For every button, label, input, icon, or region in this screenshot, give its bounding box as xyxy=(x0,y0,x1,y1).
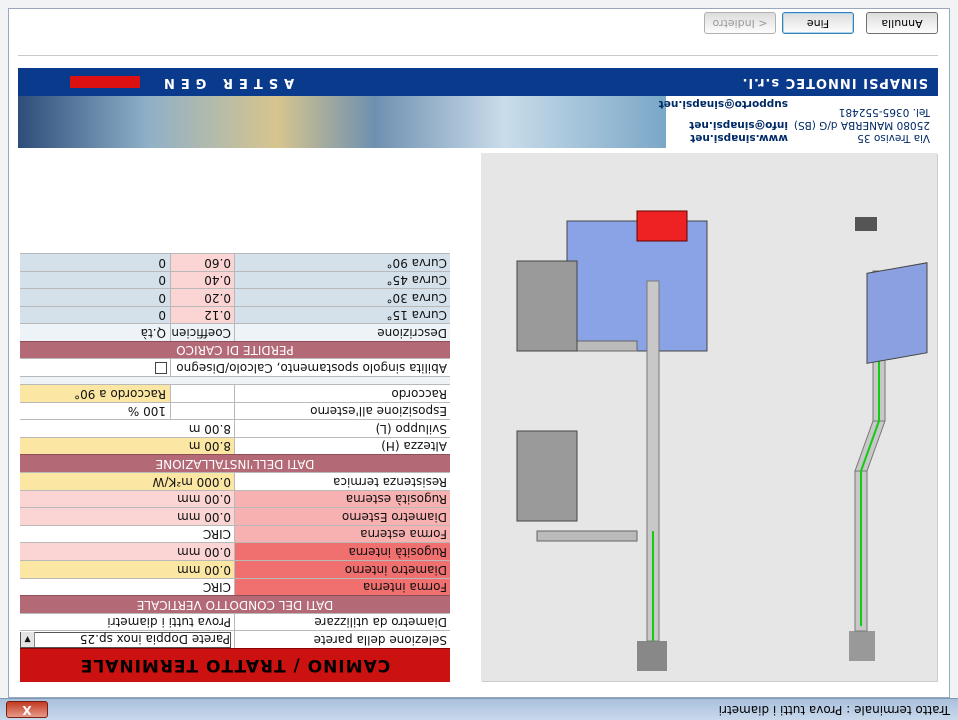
address-line2: 25080 MANERBA d/G (BS) xyxy=(793,119,930,131)
table-row: Sviluppo (L) 8.00 m xyxy=(20,419,450,437)
wizard-window: Tratto terminale : Prova tutti i diametr… xyxy=(0,0,958,720)
back-button[interactable]: < Indietro xyxy=(704,12,776,34)
curva-qta[interactable]: 0 xyxy=(20,307,170,324)
table-row: Selezione della parete Parete Doppia ino… xyxy=(20,630,450,648)
table-row: Curva 90° 0.60 0 xyxy=(20,252,450,271)
chimney-illustration xyxy=(481,153,937,681)
curva-coef: 0.60 xyxy=(170,253,234,271)
flue-base xyxy=(849,631,875,661)
curva-coef: 0.12 xyxy=(170,306,234,324)
rugosita-interna-label: Rugosità interna xyxy=(234,543,450,561)
curva-qta[interactable]: 0 xyxy=(20,272,170,289)
rugosita-interna-value[interactable]: 0.00 mm xyxy=(20,543,234,561)
sviluppo-label: Sviluppo (L) xyxy=(234,420,450,437)
table-row: Diametro da utilizzare Prova tutti i dia… xyxy=(20,612,450,631)
curva-desc: Curva 90° xyxy=(234,253,450,271)
table-row: Curva 15° 0.12 0 xyxy=(20,305,450,324)
curva-qta[interactable]: 0 xyxy=(20,289,170,306)
altezza-label: Altezza (H) xyxy=(234,437,450,455)
curva-coef: 0.20 xyxy=(170,289,234,306)
perdite-header-row: Descrizione Coefficien Q.tà xyxy=(20,323,450,341)
email-support-link[interactable]: supporto@sinapsi.net xyxy=(659,98,788,110)
resistenza-termica-label: Resistenza termica xyxy=(234,473,450,490)
curva-desc: Curva 30° xyxy=(234,289,450,306)
parete-select[interactable]: Parete Doppia inox sp.25 ▼ xyxy=(20,631,234,648)
raccordo-label: Raccordo xyxy=(234,385,450,402)
resistenza-termica-value[interactable]: 0.000 m²K/W xyxy=(20,473,234,490)
table-row: Rugosità interna 0.00 mm xyxy=(20,542,450,561)
diametro-label: Diametro da utilizzare xyxy=(234,613,450,631)
rugosita-esterna-value[interactable]: 0.00 mm xyxy=(20,490,234,508)
chevron-down-icon[interactable]: ▼ xyxy=(21,632,35,647)
forma-interna-value[interactable]: CIRC xyxy=(20,578,234,596)
installazione-header: DATI DELL'INSTALLAZIONE xyxy=(20,454,450,473)
esposizione-value[interactable]: 100 % xyxy=(20,403,170,420)
diametro-interno-value[interactable]: 0.00 mm xyxy=(20,561,234,578)
chimney-data-table: CAMINO / TRATTO TERMINALE Selezione dell… xyxy=(20,252,450,682)
table-row: Raccordo Raccordo a 90° xyxy=(20,384,450,402)
table-row: Forma interna CIRC xyxy=(20,577,450,596)
finish-button[interactable]: Fine xyxy=(782,12,854,34)
forma-esterna-label: Forma esterna xyxy=(234,525,450,543)
section-title: CAMINO / TRATTO TERMINALE xyxy=(20,648,450,682)
curva-qta[interactable]: 0 xyxy=(20,254,170,271)
curva-desc: Curva 15° xyxy=(234,306,450,324)
chimney-diagram xyxy=(481,153,938,682)
status-bar: Tratto terminale : Prova tutti i diametr… xyxy=(0,698,958,720)
table-row: Rugosità esterna 0.00 mm xyxy=(20,489,450,508)
brand-logo xyxy=(70,76,140,88)
abilita-checkbox[interactable] xyxy=(155,362,167,375)
table-row: Diametro interno 0.00 mm xyxy=(20,560,450,578)
cancel-button[interactable]: Annulla xyxy=(866,12,938,34)
banner-image xyxy=(18,96,666,148)
forma-esterna-value[interactable]: CIRC xyxy=(20,525,234,543)
parete-label: Selezione della parete xyxy=(234,631,450,648)
company-name: SINAPSI INNOTEC s.r.l. xyxy=(741,75,928,90)
boiler-shape xyxy=(866,262,928,364)
diametro-interno-label: Diametro interno xyxy=(234,561,450,578)
table-row: Resistenza termica 0.000 m²K/W xyxy=(20,472,450,490)
curva-coef: 0.40 xyxy=(170,271,234,289)
close-button[interactable]: X xyxy=(6,701,48,718)
abilita-label: Abilita singolo spostamento, Calcolo/Dis… xyxy=(170,359,450,377)
table-row: Esposizione all'esterno 100 % xyxy=(20,401,450,420)
diametro-value[interactable]: Prova tutti i diametri xyxy=(20,614,234,631)
table-row: Curva 45° 0.40 0 xyxy=(20,270,450,289)
raccordo-value[interactable]: Raccordo a 90° xyxy=(20,385,170,402)
table-row: Curva 30° 0.20 0 xyxy=(20,288,450,306)
rugosita-esterna-label: Rugosità esterna xyxy=(234,490,450,508)
col-coefficiente: Coefficien xyxy=(170,324,234,341)
company-banner: Via Treviso 35 25080 MANERBA d/G (BS) Te… xyxy=(18,66,938,148)
website-link[interactable]: www.sinapsi.net xyxy=(690,132,788,144)
altezza-value[interactable]: 8.00 m xyxy=(20,437,234,455)
spacer xyxy=(20,376,450,385)
address-line1: Via Treviso 35 xyxy=(857,132,930,144)
phone: Tel. 0365-552481 xyxy=(838,106,930,118)
perdite-header: PERDITE DI CARICO xyxy=(20,340,450,359)
banner-bar: SINAPSI INNOTEC s.r.l. ASTER GEN xyxy=(18,68,938,96)
status-text: Tratto terminale : Prova tutti i diametr… xyxy=(718,703,950,717)
condotto-header: DATI DEL CONDOTTO VERTICALE xyxy=(20,595,450,613)
curva-desc: Curva 45° xyxy=(234,271,450,289)
divider xyxy=(18,55,938,56)
esposizione-label: Esposizione all'esterno xyxy=(234,402,450,420)
forma-interna-label: Forma interna xyxy=(234,578,450,596)
brand-name: ASTER GEN xyxy=(158,75,295,90)
contact-box: Via Treviso 35 25080 MANERBA d/G (BS) Te… xyxy=(659,96,938,148)
sviluppo-value[interactable]: 8.00 m xyxy=(20,420,234,437)
diametro-esterno-value[interactable]: 0.00 mm xyxy=(20,508,234,525)
table-row: Forma esterna CIRC xyxy=(20,524,450,543)
table-row: Abilita singolo spostamento, Calcolo/Dis… xyxy=(20,358,450,377)
diametro-esterno-label: Diametro Esterno xyxy=(234,508,450,525)
burner xyxy=(636,210,688,242)
table-row: Altezza (H) 8.00 m xyxy=(20,436,450,455)
email-info-link[interactable]: info@sinapsi.net xyxy=(689,119,788,131)
col-descrizione: Descrizione xyxy=(234,324,450,341)
table-row: Diametro Esterno 0.00 mm xyxy=(20,507,450,525)
col-quantita: Q.tà xyxy=(140,325,166,340)
